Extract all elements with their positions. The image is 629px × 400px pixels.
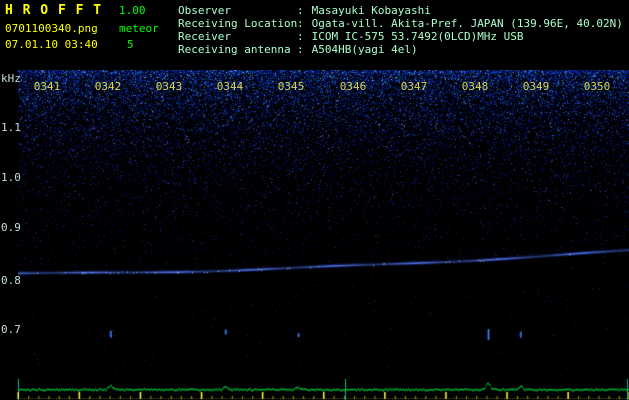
info-value: Masayuki Kobayashi <box>311 4 431 17</box>
app-title: H R O F F T <box>5 3 103 18</box>
info-label: Receiver <box>178 30 231 43</box>
freq-label-1_1: 1.1 <box>1 121 21 134</box>
date-row: 07.01.10 03:40 5 <box>5 38 178 54</box>
station-info: Observer: Masayuki Kobayashi Receiving Lo… <box>178 4 623 56</box>
info-row-receiver: Receiver: ICOM IC-575 53.7492(0LCD)MHz US… <box>178 30 623 43</box>
time-label-0344: 0344 <box>216 80 244 93</box>
time-label-0348: 0348 <box>461 80 489 93</box>
info-label: Receiving Location <box>178 17 298 30</box>
info-row-antenna: Receiving antenna: A504HB(yagi 4el) <box>178 43 623 56</box>
freq-label-0_7: 0.7 <box>1 323 21 336</box>
info-value: ICOM IC-575 53.7492(0LCD)MHz USB <box>311 30 524 43</box>
spectrogram-canvas <box>0 70 629 400</box>
info-colon: : <box>297 30 304 43</box>
time-label-0342: 0342 <box>94 80 122 93</box>
info-row-observer: Observer: Masayuki Kobayashi <box>178 4 623 17</box>
info-value: A504HB(yagi 4el) <box>311 43 418 56</box>
mode-label: meteor <box>119 22 159 35</box>
info-value: Ogata-vill. Akita-Pref. JAPAN (139.96E, … <box>311 17 623 30</box>
info-row-location: Receiving Location: Ogata-vill. Akita-Pre… <box>178 17 623 30</box>
header: H R O F F T 1.00 0701100340.png meteor 0… <box>0 0 629 70</box>
hrofft-window: H R O F F T 1.00 0701100340.png meteor 0… <box>0 0 629 400</box>
freq-label-0_8: 0.8 <box>1 274 21 287</box>
freq-label-0_9: 0.9 <box>1 221 21 234</box>
info-colon: : <box>297 43 304 56</box>
time-label-0349: 0349 <box>522 80 550 93</box>
info-colon: : <box>297 4 304 17</box>
info-colon: : <box>297 17 304 30</box>
title-row: H R O F F T 1.00 <box>5 3 178 22</box>
spectrogram: kHz 1.1 1.0 0.9 0.8 0.7 0341 0342 0343 0… <box>0 70 629 400</box>
datetime: 07.01.10 03:40 <box>5 38 98 51</box>
freq-label-1_0: 1.0 <box>1 171 21 184</box>
info-label: Observer <box>178 4 231 17</box>
time-label-0350: 0350 <box>583 80 611 93</box>
output-filename: 0701100340.png <box>5 22 98 35</box>
info-label: Receiving antenna <box>178 43 291 56</box>
time-label-0341: 0341 <box>33 80 61 93</box>
time-label-0345: 0345 <box>277 80 305 93</box>
file-row: 0701100340.png meteor <box>5 22 178 38</box>
echo-count: 5 <box>127 38 134 51</box>
header-left: H R O F F T 1.00 0701100340.png meteor 0… <box>5 3 178 54</box>
time-label-0347: 0347 <box>400 80 428 93</box>
time-label-0343: 0343 <box>155 80 183 93</box>
app-version: 1.00 <box>119 4 146 17</box>
freq-unit-label: kHz <box>1 72 21 85</box>
time-label-0346: 0346 <box>339 80 367 93</box>
